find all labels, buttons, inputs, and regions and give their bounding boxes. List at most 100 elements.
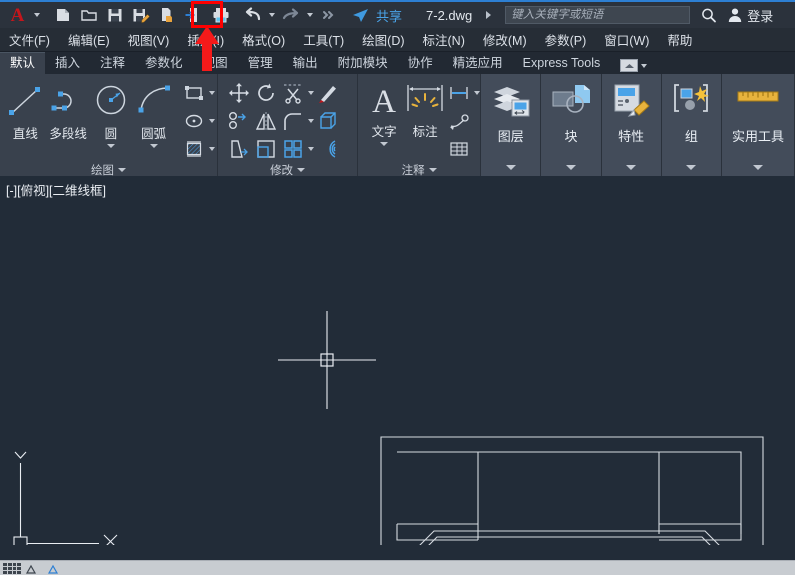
menu-help[interactable]: 帮助: [658, 27, 701, 52]
menu-draw[interactable]: 绘图(D): [353, 27, 413, 52]
panel-utilities-dropdown-icon[interactable]: [753, 165, 763, 170]
polyline-tool[interactable]: 多段线: [47, 78, 90, 142]
table-tool[interactable]: [446, 136, 472, 162]
menu-view[interactable]: 视图(V): [119, 27, 179, 52]
panel-properties-dropdown-icon[interactable]: [626, 165, 636, 170]
hatch-tool[interactable]: [181, 136, 207, 162]
menu-modify[interactable]: 修改(M): [474, 27, 536, 52]
explode-box-icon: [317, 110, 339, 132]
menu-edit[interactable]: 编辑(E): [59, 27, 119, 52]
tab-collaborate[interactable]: 协作: [398, 53, 443, 74]
stretch-tool[interactable]: [226, 136, 252, 162]
tab-featured-apps[interactable]: 精选应用: [443, 53, 513, 74]
account-button[interactable]: [727, 7, 743, 23]
tab-express-tools[interactable]: Express Tools: [513, 53, 611, 74]
hatch-dropdown-icon[interactable]: [209, 147, 215, 151]
rectangle-dropdown-icon[interactable]: [209, 91, 215, 95]
array-tool[interactable]: [280, 136, 306, 162]
command-line-strip[interactable]: [0, 545, 795, 560]
copy-tool[interactable]: [226, 108, 252, 134]
panel-layers-dropdown-icon[interactable]: [506, 165, 516, 170]
draw-small-tools: [181, 78, 215, 162]
explode-tool[interactable]: [315, 108, 341, 134]
panel-utilities[interactable]: 实用工具: [722, 74, 795, 176]
trim-tool[interactable]: [280, 80, 306, 106]
trim-dropdown-icon[interactable]: [308, 91, 314, 95]
line-tool[interactable]: 直线: [4, 78, 47, 142]
new-file-button[interactable]: [50, 2, 76, 28]
export-button[interactable]: [154, 2, 180, 28]
tab-annotate[interactable]: 注释: [90, 53, 135, 74]
arc-tool[interactable]: 圆弧: [132, 78, 175, 148]
line-icon: [4, 80, 46, 122]
dimension-tool[interactable]: 标注: [404, 78, 446, 140]
arc-dropdown-icon[interactable]: [150, 144, 158, 148]
drawing-canvas[interactable]: [-][俯视][二维线框]: [0, 176, 795, 560]
redo-arrow-icon: [281, 6, 301, 24]
panel-properties[interactable]: 特性: [602, 74, 662, 176]
tab-parametric[interactable]: 参数化: [135, 53, 193, 74]
leader-tool[interactable]: [446, 108, 472, 134]
menu-format[interactable]: 格式(O): [233, 27, 294, 52]
menu-parametric[interactable]: 参数(P): [536, 27, 596, 52]
login-label[interactable]: 登录: [747, 6, 773, 25]
rotate-tool[interactable]: [253, 80, 279, 106]
search-input[interactable]: [505, 6, 690, 24]
tab-manage[interactable]: 管理: [238, 53, 283, 74]
save-button[interactable]: [102, 2, 128, 28]
share-label[interactable]: 共享: [376, 6, 402, 25]
array-dropdown-icon[interactable]: [308, 147, 314, 151]
menu-insert[interactable]: 插入(I): [178, 27, 233, 52]
autocad-app-menu-button[interactable]: A: [4, 2, 30, 28]
move-tool[interactable]: [226, 80, 252, 106]
snap-mode-icon[interactable]: [26, 563, 42, 574]
more-commands-button[interactable]: [316, 2, 342, 28]
share-button[interactable]: [348, 2, 372, 28]
undo-button[interactable]: [240, 2, 266, 28]
tab-insert[interactable]: 插入: [45, 53, 90, 74]
panel-groups[interactable]: 组: [662, 74, 722, 176]
tab-addins[interactable]: 附加模块: [328, 53, 398, 74]
title-bar: A: [0, 0, 795, 28]
undo-dropdown[interactable]: [266, 2, 278, 28]
linear-dimension-tool[interactable]: [446, 80, 472, 106]
ellipse-icon: [184, 112, 204, 130]
menu-file[interactable]: 文件(F): [0, 27, 59, 52]
circle-dropdown-icon[interactable]: [107, 144, 115, 148]
save-as-button[interactable]: [128, 2, 154, 28]
plot-print-button[interactable]: [208, 2, 234, 28]
object-snap-icon[interactable]: [47, 563, 63, 574]
tab-home[interactable]: 默认: [0, 52, 45, 74]
ellipse-tool[interactable]: [181, 108, 207, 134]
text-tool[interactable]: A 文字: [364, 78, 404, 146]
search-button[interactable]: [700, 7, 717, 24]
app-menu-dropdown[interactable]: [30, 2, 44, 28]
redo-button[interactable]: [278, 2, 304, 28]
minimize-ribbon-button[interactable]: [620, 59, 647, 72]
text-dropdown-icon[interactable]: [380, 142, 388, 146]
circle-tool[interactable]: 圆: [90, 78, 133, 148]
panel-layers[interactable]: 图层: [481, 74, 541, 176]
tab-output[interactable]: 输出: [283, 53, 328, 74]
offset-tool[interactable]: [315, 136, 341, 162]
open-file-button[interactable]: [76, 2, 102, 28]
rectangle-tool[interactable]: [181, 80, 207, 106]
menu-tools[interactable]: 工具(T): [294, 27, 353, 52]
scale-tool[interactable]: [253, 136, 279, 162]
menu-window[interactable]: 窗口(W): [595, 27, 658, 52]
panel-groups-dropdown-icon[interactable]: [686, 165, 696, 170]
mirror-tool[interactable]: [253, 108, 279, 134]
redo-dropdown[interactable]: [304, 2, 316, 28]
panel-blocks-dropdown-icon[interactable]: [566, 165, 576, 170]
document-dropdown-icon[interactable]: [486, 11, 491, 19]
import-button[interactable]: [180, 2, 206, 28]
fillet-tool[interactable]: [280, 108, 306, 134]
fillet-dropdown-icon[interactable]: [308, 119, 314, 123]
menu-dimension[interactable]: 标注(N): [414, 27, 474, 52]
erase-tool[interactable]: [315, 80, 341, 106]
ellipse-dropdown-icon[interactable]: [209, 119, 215, 123]
grid-display-icon[interactable]: [3, 563, 21, 574]
linear-dimension-dropdown-icon[interactable]: [474, 91, 480, 95]
tab-view[interactable]: 视图: [193, 53, 238, 74]
panel-blocks[interactable]: 块: [541, 74, 601, 176]
